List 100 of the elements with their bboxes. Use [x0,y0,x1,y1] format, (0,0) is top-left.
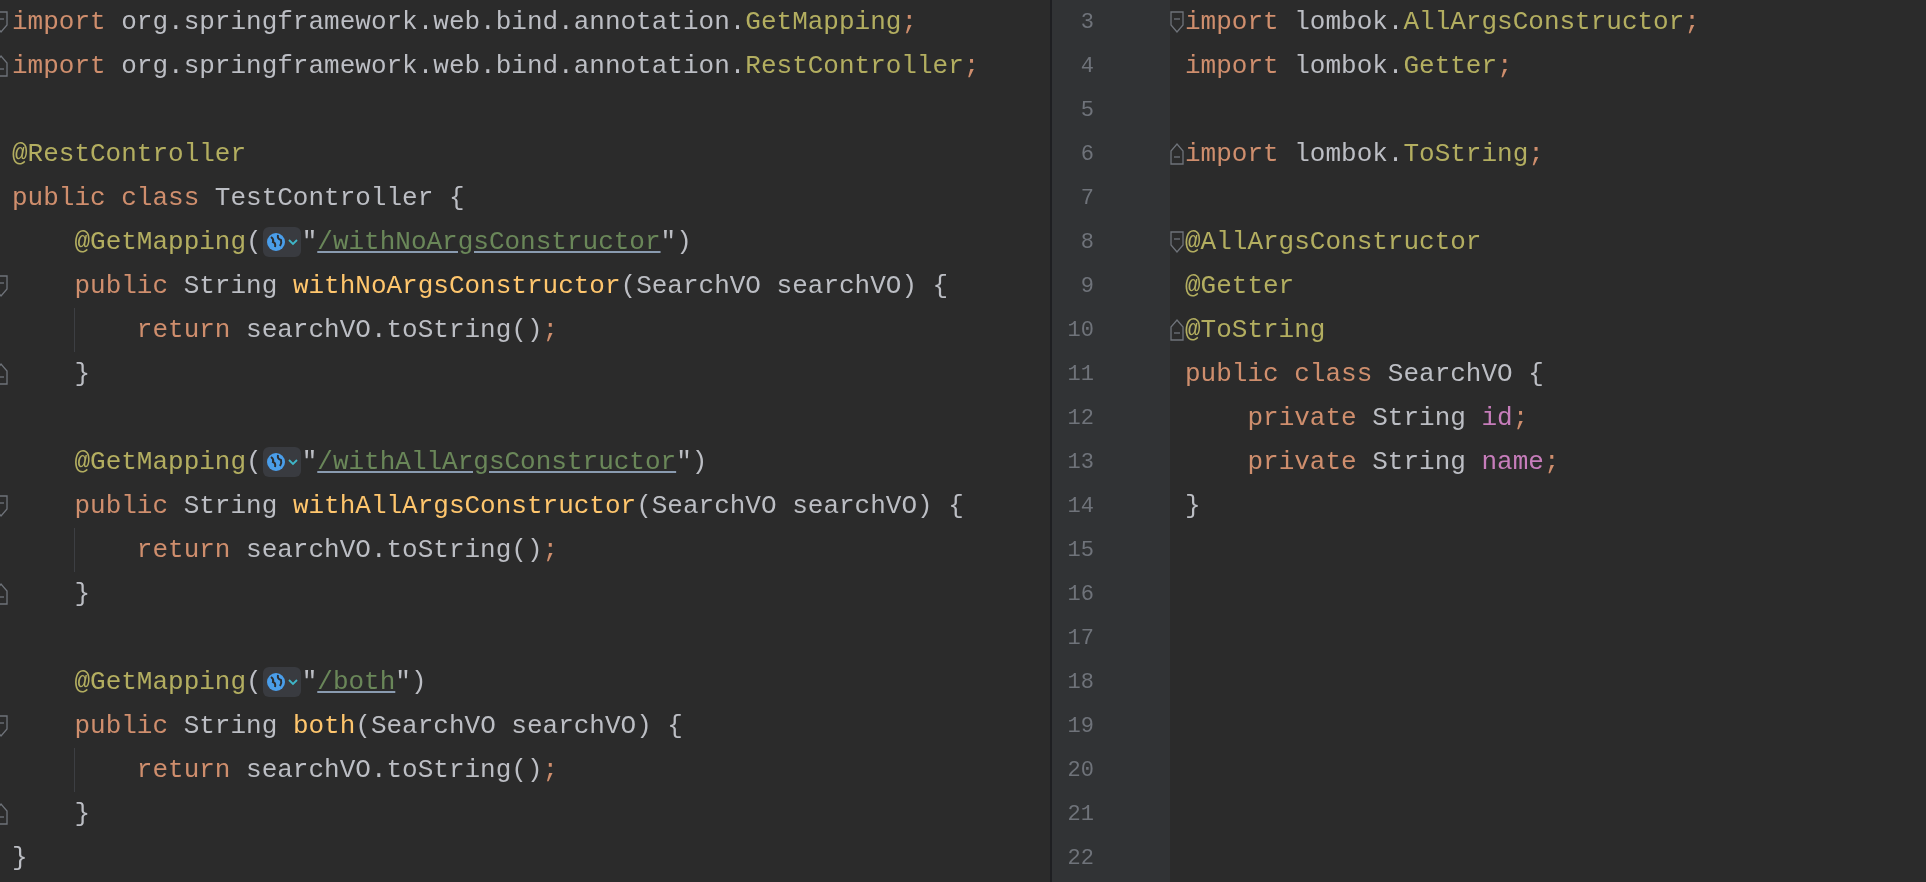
line-number: 18 [1066,668,1094,697]
code-annotation: @ToString [1185,313,1326,347]
endpoint-inlay-button[interactable] [262,667,301,697]
code-annotation: @Getter [1185,269,1295,303]
code-semicolon: ; [1528,137,1544,171]
code-keyword: return [136,753,231,787]
line-number: 21 [1066,800,1094,829]
line-number: 11 [1066,360,1094,389]
code-keyword: return [136,313,231,347]
code-text: } [74,577,91,611]
field-name: id [1481,401,1513,435]
code-text: searchVO.toString() [246,533,543,567]
chevron-down-icon [287,238,298,246]
code-text: lombok. [1294,5,1404,39]
code-text: " [301,665,318,699]
code-keyword: import [1185,49,1279,83]
line-number: 8 [1079,228,1094,257]
code-text: org.springframework.web.bind.annotation. [121,5,746,39]
chevron-down-icon [287,458,298,466]
fold-collapse-icon[interactable] [1170,231,1184,253]
code-text: ") [395,665,427,699]
code-text: org.springframework.web.bind.annotation. [121,49,746,83]
code-text: String [183,489,278,523]
line-number: 5 [1079,96,1094,125]
fold-end-icon[interactable] [1170,143,1184,165]
code-semicolon: ; [1543,445,1560,479]
code-annotation: @RestController [12,137,247,171]
code-text: } [1185,489,1201,523]
code-text: } [74,797,91,831]
code-keyword: public [74,269,169,303]
endpoint-path-link[interactable]: /withNoArgsConstructor [317,222,661,262]
code-text: lombok. [1294,49,1404,83]
code-text: } [12,841,28,875]
code-text: ") [676,445,708,479]
code-text: " [301,445,318,479]
endpoint-inlay-button[interactable] [262,447,301,477]
line-number: 22 [1066,844,1094,873]
fold-end-icon[interactable] [1170,319,1184,341]
line-number: 6 [1079,140,1094,169]
code-annotation: @AllArgsConstructor [1185,225,1482,259]
code-annotation: AllArgsConstructor [1403,5,1685,39]
code-text: ( [246,225,262,259]
code-annotation: Getter [1403,49,1498,83]
field-name: name [1481,445,1544,479]
fold-collapse-icon[interactable] [1170,11,1184,33]
code-text: String [1372,445,1466,479]
code-semicolon: ; [901,5,917,39]
endpoint-path-link[interactable]: /withAllArgsConstructor [317,442,677,482]
method-name: withAllArgsConstructor [292,489,637,523]
code-keyword: import [1185,5,1279,39]
chevron-down-icon [287,678,298,686]
method-name: withNoArgsConstructor [292,269,621,303]
code-semicolon: ; [963,49,980,83]
code-text: String [1372,401,1466,435]
line-number: 3 [1079,8,1094,37]
line-number: 13 [1066,448,1094,477]
code-keyword: private [1247,401,1357,435]
code-text: ( [246,665,262,699]
endpoint-inlay-button[interactable] [262,227,301,257]
line-number: 15 [1066,536,1094,565]
globe-icon [265,452,286,472]
code-annotation: @GetMapping [74,225,247,259]
code-text: String [183,269,278,303]
code-keyword: public [74,709,169,743]
code-keyword: public class [1185,357,1373,391]
endpoint-path-link[interactable]: /both [317,662,396,702]
code-text: SearchVO { [1387,357,1544,391]
code-text: } [74,357,91,391]
code-semicolon: ; [542,753,559,787]
code-annotation: @GetMapping [74,445,247,479]
code-semicolon: ; [1497,49,1513,83]
code-keyword: private [1247,445,1357,479]
code-text: (SearchVO searchVO) { [355,709,683,743]
code-semicolon: ; [542,313,559,347]
line-number: 14 [1066,492,1094,521]
code-keyword: import [1185,137,1279,171]
code-semicolon: ; [1512,401,1529,435]
line-number: 16 [1066,580,1094,609]
code-keyword: return [136,533,231,567]
code-semicolon: ; [1684,5,1700,39]
code-text: ") [660,225,692,259]
method-name: both [292,709,356,743]
line-number: 19 [1066,712,1094,741]
line-number: 12 [1066,404,1094,433]
code-annotation: RestController [745,49,964,83]
line-number: 10 [1066,316,1094,345]
line-number: 17 [1066,624,1094,653]
code-text: lombok. [1294,137,1404,171]
code-text: searchVO.toString() [246,753,543,787]
code-text: String [183,709,278,743]
code-annotation: ToString [1403,137,1529,171]
code-keyword: import [12,5,106,39]
line-number: 4 [1079,52,1094,81]
line-number: 9 [1079,272,1094,301]
code-keyword: import [12,49,106,83]
code-annotation: @GetMapping [74,665,247,699]
globe-icon [265,232,286,252]
code-keyword: public class [12,181,200,215]
code-text: searchVO.toString() [246,313,543,347]
code-keyword: public [74,489,169,523]
